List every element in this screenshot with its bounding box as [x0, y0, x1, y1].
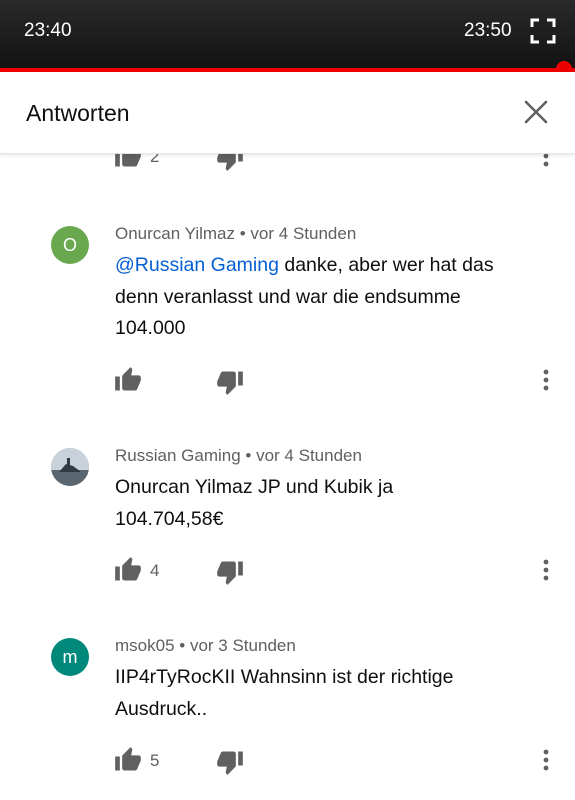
- replies-header: Antworten: [0, 72, 575, 154]
- video-player[interactable]: 23:40 23:50: [0, 0, 575, 72]
- comment-text-line: IIP4rTyRocKII Wahnsinn ist der richtige: [115, 666, 454, 688]
- thumbs-down-icon[interactable]: [216, 558, 244, 586]
- comment-time: vor 4 Stunden: [250, 224, 357, 243]
- close-icon[interactable]: [521, 97, 551, 127]
- meta-separator: •: [245, 446, 252, 465]
- comment-author[interactable]: Russian Gaming: [115, 446, 241, 465]
- comment-text: @Russian Gaming danke, aber wer hat das …: [115, 250, 545, 345]
- avatar-letter: m: [62, 647, 78, 667]
- more-vert-icon[interactable]: [536, 366, 556, 394]
- comment-text: IIP4rTyRocKII Wahnsinn ist der richtige …: [115, 662, 545, 725]
- comment-time: vor 3 Stunden: [189, 636, 296, 655]
- comment-text-line: denn veranlasst und war die endsumme: [115, 285, 461, 308]
- thumbs-down-icon[interactable]: [216, 368, 244, 396]
- comment-time: vor 4 Stunden: [256, 446, 362, 465]
- fullscreen-icon[interactable]: [530, 18, 556, 44]
- mention-link[interactable]: @Russian Gaming: [115, 254, 279, 276]
- comment-meta: Russian Gaming • vor 4 Stunden: [115, 446, 362, 466]
- avatar[interactable]: O: [51, 226, 89, 264]
- like-count: 2: [150, 154, 160, 166]
- more-vert-icon[interactable]: [536, 556, 556, 584]
- meta-separator: •: [239, 224, 246, 243]
- avatar-letter: O: [62, 235, 77, 255]
- comment-text-line: 104.000: [115, 317, 186, 339]
- comment-actions: [0, 366, 575, 396]
- comment-actions: 5: [0, 746, 575, 776]
- avatar[interactable]: m: [51, 638, 89, 676]
- thumbs-up-icon[interactable]: [114, 366, 142, 394]
- more-vert-icon[interactable]: [536, 746, 556, 774]
- comment-actions: 4: [0, 556, 575, 586]
- comment-text-line: Onurcan Yilmaz JP und Kubik ja: [115, 476, 394, 498]
- meta-separator: •: [179, 636, 186, 655]
- comment-text: Onurcan Yilmaz JP und Kubik ja 104.704,5…: [115, 472, 545, 535]
- like-count: 5: [150, 751, 160, 770]
- comment-meta: Onurcan Yilmaz • vor 4 Stunden: [115, 224, 356, 244]
- thumbs-up-icon[interactable]: [114, 746, 142, 774]
- thumbs-up-icon[interactable]: [114, 154, 142, 170]
- comment-author[interactable]: Onurcan Yilmaz: [115, 224, 235, 243]
- replies-list[interactable]: 2 O Onurcan Yilmaz • vor 4 Stunden @Russ…: [0, 154, 575, 800]
- comment-meta: msok05 • vor 3 Stunden: [115, 636, 296, 656]
- avatar-image: [51, 448, 89, 486]
- thumbs-down-icon[interactable]: [216, 154, 244, 172]
- panel-title: Antworten: [26, 100, 130, 126]
- more-vert-icon[interactable]: [536, 154, 556, 170]
- thumbs-up-icon[interactable]: [114, 556, 142, 584]
- comment-actions: 2: [0, 154, 575, 172]
- comment-text-line: 104.704,58€: [115, 507, 224, 530]
- comment-text-line: Ausdruck..: [115, 697, 208, 720]
- comment-author[interactable]: msok05: [115, 636, 175, 655]
- duration-time: 23:50: [464, 20, 512, 41]
- current-time: 23:40: [24, 20, 72, 41]
- thumbs-down-icon[interactable]: [216, 748, 244, 776]
- avatar[interactable]: [51, 448, 89, 486]
- comment-text-line: danke, aber wer hat das: [278, 254, 494, 276]
- like-count: 4: [150, 561, 160, 580]
